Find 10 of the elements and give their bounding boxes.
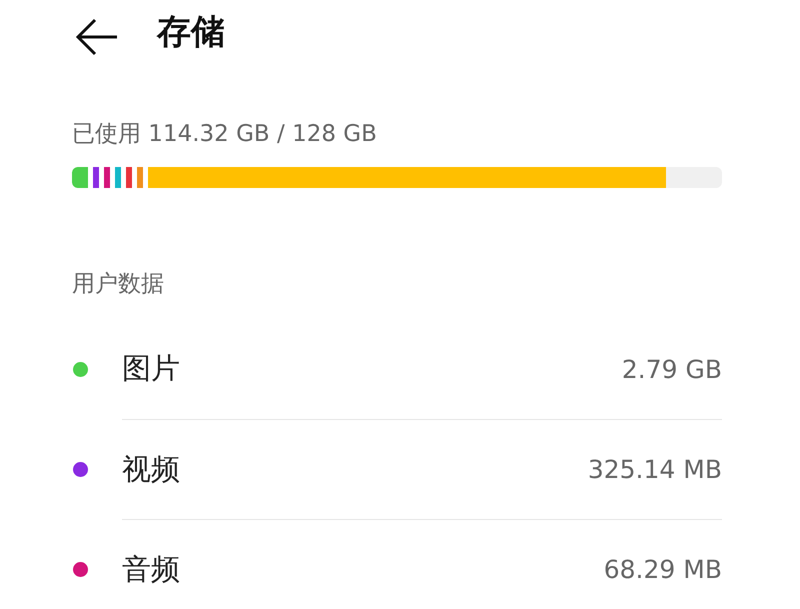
category-label[interactable]: 图片 <box>122 349 180 389</box>
section-title: 用户数据 <box>72 270 165 299</box>
back-arrow-icon[interactable] <box>75 17 119 57</box>
category-label[interactable]: 视频 <box>122 450 180 490</box>
category-size: 2.79 GB <box>622 354 722 384</box>
page-title: 存储 <box>157 11 225 54</box>
category-label[interactable]: 音频 <box>122 550 180 590</box>
category-size: 325.14 MB <box>588 455 722 484</box>
category-size: 68.29 MB <box>604 555 722 584</box>
usage-summary: 已使用 114.32 GB / 128 GB <box>72 120 378 149</box>
